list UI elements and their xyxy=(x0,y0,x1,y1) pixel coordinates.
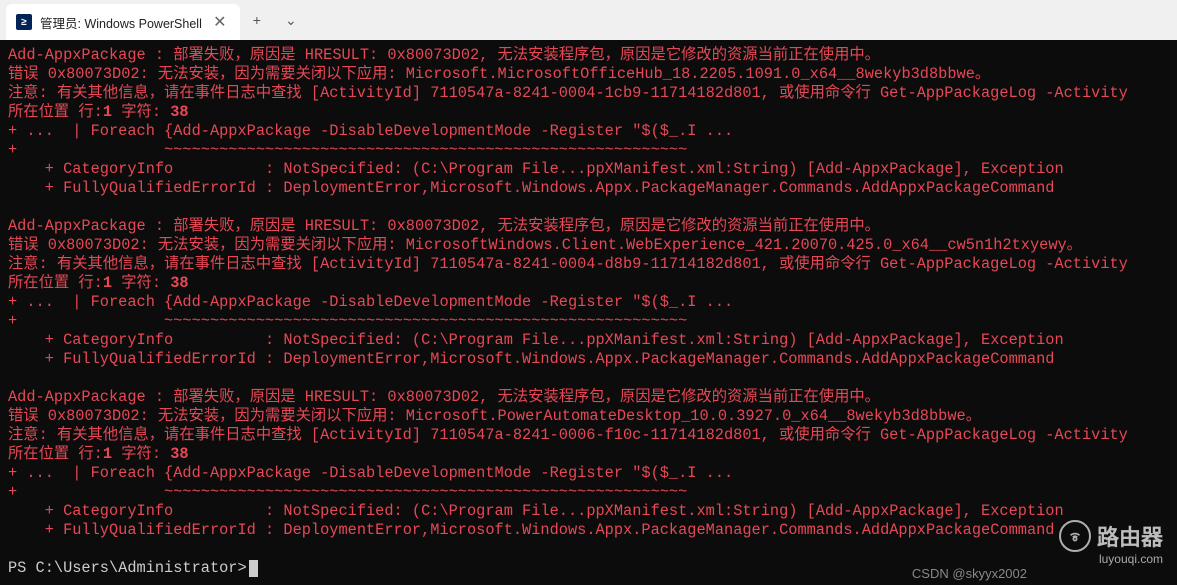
error-position-line: 所在位置 行:1 字符: 38 xyxy=(8,445,1169,464)
error-header: Add-AppxPackage : 部署失败，原因是 HRESULT: 0x80… xyxy=(8,217,1169,236)
tab-close-button[interactable]: ✕ xyxy=(210,12,230,32)
watermark-router: 路由器 xyxy=(1059,520,1163,552)
tab-title: 管理员: Windows PowerShell xyxy=(40,13,202,32)
error-category-line: + CategoryInfo : NotSpecified: (C:\Progr… xyxy=(8,160,1169,179)
error-cmd-line: + ... | Foreach {Add-AppxPackage -Disabl… xyxy=(8,464,1169,483)
error-header: Add-AppxPackage : 部署失败，原因是 HRESULT: 0x80… xyxy=(8,388,1169,407)
powershell-icon: ≥ xyxy=(16,14,32,30)
error-cmd-line: + ... | Foreach {Add-AppxPackage -Disabl… xyxy=(8,293,1169,312)
error-fqid-line: + FullyQualifiedErrorId : DeploymentErro… xyxy=(8,350,1169,369)
error-cmd-line: + ... | Foreach {Add-AppxPackage -Disabl… xyxy=(8,122,1169,141)
error-code-line: 错误 0x80073D02: 无法安装，因为需要关闭以下应用: Microsof… xyxy=(8,407,1169,426)
error-fqid-line: + FullyQualifiedErrorId : DeploymentErro… xyxy=(8,179,1169,198)
watermark-router-sub: luyouqi.com xyxy=(1099,552,1163,566)
error-note-line: 注意: 有关其他信息，请在事件日志中查找 [ActivityId] 711054… xyxy=(8,426,1169,445)
error-position-line: 所在位置 行:1 字符: 38 xyxy=(8,274,1169,293)
new-tab-button[interactable]: + xyxy=(240,0,274,40)
cursor xyxy=(249,560,258,577)
error-tilde-line: + ~~~~~~~~~~~~~~~~~~~~~~~~~~~~~~~~~~~~~~… xyxy=(8,141,1169,160)
error-note-line: 注意: 有关其他信息，请在事件日志中查找 [ActivityId] 711054… xyxy=(8,255,1169,274)
error-header: Add-AppxPackage : 部署失败，原因是 HRESULT: 0x80… xyxy=(8,46,1169,65)
router-icon xyxy=(1059,520,1091,552)
error-code-line: 错误 0x80073D02: 无法安装，因为需要关闭以下应用: Microsof… xyxy=(8,236,1169,255)
tab-powershell[interactable]: ≥ 管理员: Windows PowerShell ✕ xyxy=(6,4,240,40)
error-note-line: 注意: 有关其他信息，请在事件日志中查找 [ActivityId] 711054… xyxy=(8,84,1169,103)
error-tilde-line: + ~~~~~~~~~~~~~~~~~~~~~~~~~~~~~~~~~~~~~~… xyxy=(8,483,1169,502)
error-fqid-line: + FullyQualifiedErrorId : DeploymentErro… xyxy=(8,521,1169,540)
watermark-router-text: 路由器 xyxy=(1097,520,1163,552)
terminal-output[interactable]: Add-AppxPackage : 部署失败，原因是 HRESULT: 0x80… xyxy=(0,40,1177,584)
watermark-csdn: CSDN @skyyx2002 xyxy=(912,566,1027,581)
error-tilde-line: + ~~~~~~~~~~~~~~~~~~~~~~~~~~~~~~~~~~~~~~… xyxy=(8,312,1169,331)
title-bar: ≥ 管理员: Windows PowerShell ✕ + ⌄ xyxy=(0,0,1177,40)
tab-dropdown-button[interactable]: ⌄ xyxy=(274,0,308,40)
error-category-line: + CategoryInfo : NotSpecified: (C:\Progr… xyxy=(8,331,1169,350)
error-position-line: 所在位置 行:1 字符: 38 xyxy=(8,103,1169,122)
error-code-line: 错误 0x80073D02: 无法安装，因为需要关闭以下应用: Microsof… xyxy=(8,65,1169,84)
error-category-line: + CategoryInfo : NotSpecified: (C:\Progr… xyxy=(8,502,1169,521)
